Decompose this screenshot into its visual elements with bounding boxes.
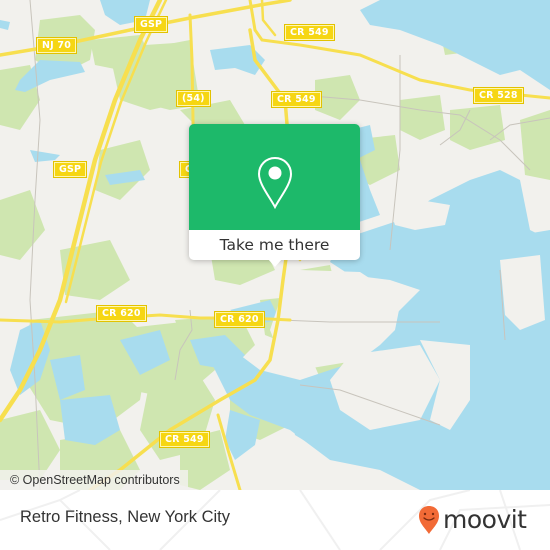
road-shield-cr528: CR 528 bbox=[473, 87, 524, 104]
road-shield-cr549: CR 549 bbox=[271, 91, 322, 108]
popup-header[interactable] bbox=[189, 124, 360, 230]
map-view[interactable]: GSP NJ 70 CR 549 (54) CR 549 CR 528 GSP … bbox=[0, 0, 550, 490]
road-shield-gsp: GSP bbox=[52, 161, 88, 178]
take-me-there-popup[interactable]: Take me there bbox=[189, 124, 360, 267]
road-shield-nj70: NJ 70 bbox=[35, 37, 78, 54]
footer-bar: Retro Fitness, New York City moovit bbox=[0, 490, 550, 550]
popup-pointer bbox=[268, 259, 282, 267]
road-shield-cr620: CR 620 bbox=[96, 305, 147, 322]
road-shield-cr620: CR 620 bbox=[214, 311, 265, 328]
moovit-smiley-pin-icon bbox=[419, 506, 439, 534]
map-attribution[interactable]: © OpenStreetMap contributors bbox=[0, 470, 188, 490]
road-shield-gsp: GSP bbox=[133, 16, 169, 33]
map-pin-icon bbox=[257, 156, 293, 210]
place-name: Retro Fitness, New York City bbox=[20, 508, 230, 526]
moovit-logo[interactable]: moovit bbox=[418, 502, 527, 538]
road-shield-cr549: CR 549 bbox=[284, 24, 335, 41]
road-shield-cr549: CR 549 bbox=[159, 431, 210, 448]
moovit-wordmark: moovit bbox=[443, 505, 527, 534]
take-me-there-button[interactable]: Take me there bbox=[189, 230, 360, 260]
road-shield-route54: (54) bbox=[176, 90, 211, 107]
